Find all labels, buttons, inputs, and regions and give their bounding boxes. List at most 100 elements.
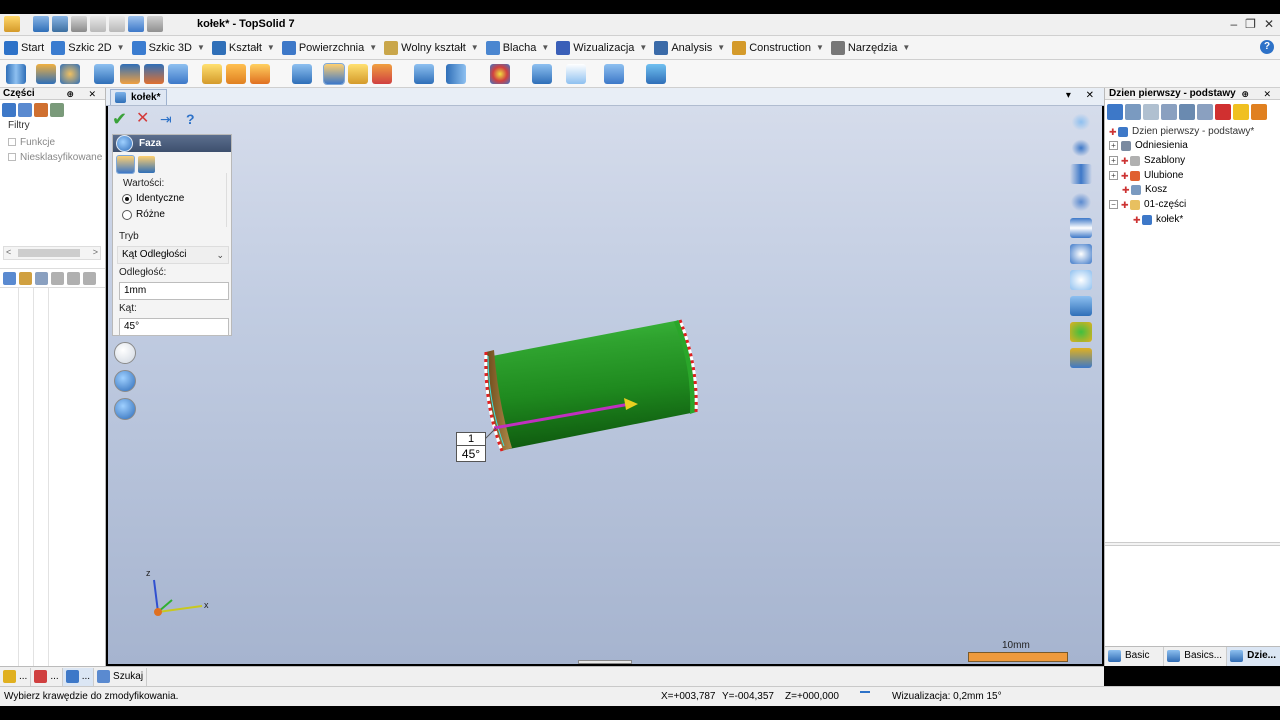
link-icon[interactable] (18, 103, 32, 117)
tab-operations[interactable]: ... (31, 667, 63, 686)
color-icon[interactable] (490, 64, 510, 84)
angle-input[interactable]: 45° (119, 318, 229, 336)
add-icon[interactable] (1070, 112, 1092, 132)
cylinder-body[interactable] (491, 320, 697, 450)
dimension-label[interactable]: 1 45° (456, 432, 486, 462)
tab-basics[interactable]: Basics... (1164, 647, 1228, 666)
tab-sketch-2d[interactable]: Szkic 2D ▼ (49, 38, 127, 58)
tab-visualization[interactable]: Wizualizacja ▼ (554, 38, 650, 58)
settings-icon[interactable] (114, 398, 136, 420)
restore-button[interactable]: ❐ (1245, 17, 1256, 31)
cancel-icon[interactable]: ✕ (136, 110, 154, 128)
chevron-down-icon[interactable]: ▼ (197, 43, 205, 52)
scrollbar-thumb[interactable] (18, 249, 80, 257)
checkbox[interactable] (8, 153, 16, 162)
filter-functions[interactable]: Funkcje (0, 135, 105, 150)
boss-icon[interactable] (144, 64, 164, 84)
save-icon[interactable] (33, 16, 49, 32)
tab-free-shape[interactable]: Wolny kształt ▼ (382, 38, 482, 58)
tree-item-favorites[interactable]: + ✚ Ulubione (1109, 170, 1183, 181)
expand-toggle[interactable]: + (1109, 156, 1118, 165)
3d-viewport[interactable]: ✔ ✕ ⇥ ? Faza Wartości: Identyczne Różne … (108, 106, 1102, 664)
viewport-scroll-handle[interactable] (578, 660, 632, 664)
pan-icon[interactable] (1070, 138, 1092, 158)
distance-input[interactable]: 1mm (119, 282, 229, 300)
visualization-info[interactable]: Wizualizacja: 0,2mm 15° (892, 691, 1002, 702)
panel-splitter[interactable] (1105, 542, 1280, 546)
document-tab-controls[interactable]: ▾ ✕ (1066, 90, 1100, 101)
tab-surface[interactable]: Powierzchnia ▼ (280, 38, 380, 58)
grid-view-icon[interactable] (1070, 218, 1092, 238)
zoom-fit-icon[interactable] (1070, 244, 1092, 264)
collapse-toggle[interactable]: − (1109, 200, 1118, 209)
radio-identical[interactable]: Identyczne (122, 193, 184, 204)
pattern-icon[interactable] (414, 64, 434, 84)
grid-icon[interactable] (51, 271, 64, 285)
chevron-down-icon[interactable]: ▼ (717, 43, 725, 52)
chamfer-face-mode-icon[interactable] (138, 156, 155, 173)
shell-icon[interactable] (168, 64, 188, 84)
extrude-icon[interactable] (36, 64, 56, 84)
options-button[interactable] (114, 342, 136, 364)
chamfer-edge-icon[interactable] (323, 63, 345, 85)
flag-icon[interactable] (1215, 104, 1231, 120)
close-button[interactable]: ✕ (1264, 17, 1274, 31)
chevron-down-icon[interactable]: ▼ (541, 43, 549, 52)
sort-icon[interactable] (19, 271, 32, 285)
scroll-right-arrow[interactable]: > (93, 247, 98, 257)
warning-icon[interactable] (1233, 104, 1249, 120)
tree-item-templates[interactable]: + ✚ Szablony (1109, 155, 1185, 166)
panel-controls[interactable]: ⊕ ✕ (66, 88, 102, 100)
sort-icon[interactable] (1179, 104, 1195, 120)
box-icon[interactable] (202, 64, 222, 84)
layers-icon[interactable] (1070, 348, 1092, 368)
constraint-icon[interactable] (646, 64, 666, 84)
tab-construction[interactable]: Construction ▼ (730, 38, 827, 58)
zoom-icon[interactable] (1070, 270, 1092, 290)
radio-dot[interactable] (122, 193, 132, 204)
tree-item-part[interactable]: ✚ kołek* (1133, 214, 1183, 225)
horizontal-scrollbar[interactable]: < > (3, 246, 101, 260)
minimize-button[interactable]: – (1230, 17, 1237, 31)
cylinder-icon[interactable] (6, 64, 26, 84)
tab-search[interactable]: Szukaj (94, 667, 148, 686)
sync-icon[interactable] (1251, 104, 1267, 120)
revolve-icon[interactable] (60, 64, 80, 84)
tab-entities[interactable]: ... (62, 667, 95, 686)
draft-icon[interactable] (292, 64, 312, 84)
tree-icon[interactable] (1125, 104, 1141, 120)
tab-shape[interactable]: Kształt ▼ (210, 38, 278, 58)
fit-width-icon[interactable] (1070, 164, 1092, 184)
list-icon[interactable] (34, 103, 48, 117)
preview-button[interactable] (114, 370, 136, 392)
chamfer-mode-icon[interactable] (116, 155, 135, 174)
view-icon[interactable] (1107, 104, 1123, 120)
tab-sheet-metal[interactable]: Blacha ▼ (484, 38, 553, 58)
part-model[interactable] (108, 106, 1102, 664)
filter-unclassified[interactable]: Niesklasyfikowane (0, 150, 105, 165)
chevron-down-icon[interactable]: ▼ (267, 43, 275, 52)
fillet-icon[interactable] (226, 64, 246, 84)
chevron-down-icon[interactable]: ▼ (369, 43, 377, 52)
split-icon[interactable] (372, 64, 392, 84)
grid-alt-icon[interactable] (67, 271, 80, 285)
expand-icon[interactable] (83, 271, 96, 285)
chamfer-icon[interactable] (250, 64, 270, 84)
move-icon[interactable] (604, 64, 624, 84)
app-menu-icon[interactable] (4, 16, 20, 32)
thicken-icon[interactable] (348, 64, 368, 84)
edit-icon[interactable] (128, 16, 144, 32)
expand-toggle[interactable]: + (1109, 171, 1118, 180)
chevron-down-icon[interactable]: ▼ (117, 43, 125, 52)
render-mode-icon[interactable] (1070, 322, 1092, 342)
tree-item-trash[interactable]: ✚ Kosz (1122, 184, 1167, 195)
rebuild-icon[interactable] (147, 16, 163, 32)
chevron-down-icon[interactable]: ▼ (902, 43, 910, 52)
tab-start[interactable]: Start (2, 38, 47, 58)
radio-dot[interactable] (122, 209, 132, 220)
document-tab[interactable]: kołek* (110, 89, 168, 105)
tree-item-project[interactable]: ✚ Dzien pierwszy - podstawy* (1109, 126, 1254, 137)
snap-icon[interactable] (860, 691, 870, 699)
print-icon[interactable] (71, 16, 87, 32)
chevron-down-icon[interactable]: ▼ (471, 43, 479, 52)
